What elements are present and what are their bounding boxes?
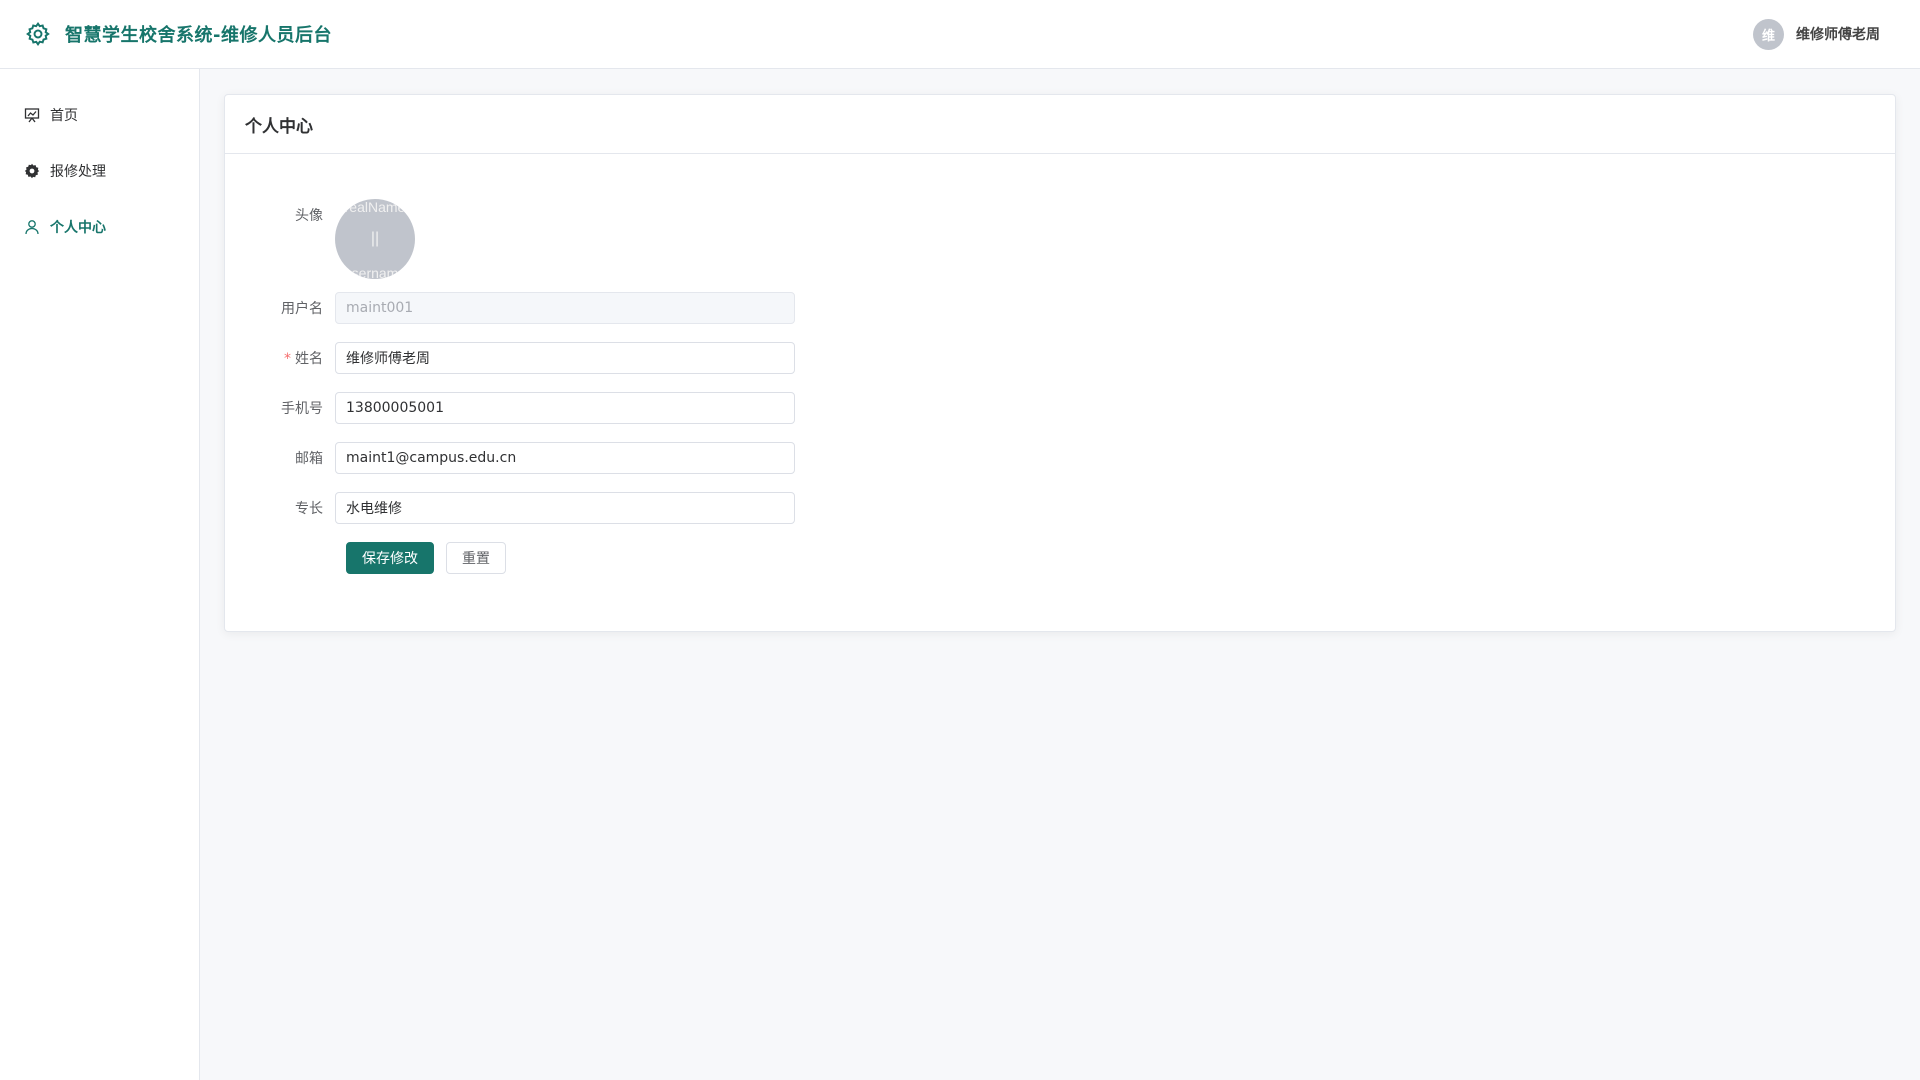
name-label-text: 姓名 <box>295 351 323 367</box>
specialty-row: 专长 <box>225 492 795 524</box>
username-field <box>335 292 795 324</box>
user-icon <box>24 219 40 235</box>
avatar-text-top: realName <box>344 199 406 215</box>
specialty-field[interactable] <box>335 492 795 524</box>
specialty-label: 专长 <box>295 501 323 517</box>
settings-icon <box>24 163 40 179</box>
avatar-text-bottom: username <box>343 265 407 279</box>
avatar-upload[interactable]: realName || username <box>335 199 415 279</box>
avatar-row: 头像 realName || username <box>225 199 415 279</box>
user-name[interactable]: 维修师傅老周 <box>1796 24 1880 44</box>
phone-row: 手机号 <box>225 392 795 424</box>
sidebar-item-profile[interactable]: 个人中心 <box>0 199 199 255</box>
gear-icon <box>25 21 51 47</box>
name-row: * 姓名 <box>225 342 795 374</box>
email-row: 邮箱 <box>225 442 795 474</box>
app-header: 智慧学生校舍系统-维修人员后台 维 维修师傅老周 <box>0 0 1920 69</box>
user-menu[interactable]: 维 维修师傅老周 <box>1753 18 1880 50</box>
sidebar-item-home[interactable]: 首页 <box>0 87 199 143</box>
avatar-label: 头像 <box>295 208 323 224</box>
card-header: 个人中心 <box>225 95 1895 154</box>
avatar-text-mid: || <box>370 230 380 247</box>
name-field[interactable] <box>335 342 795 374</box>
page-title: 个人中心 <box>245 116 313 137</box>
dashboard-icon <box>24 107 40 123</box>
sidebar-item-label: 个人中心 <box>50 220 106 236</box>
username-row: 用户名 <box>225 292 795 324</box>
form-actions: 保存修改 重置 <box>346 542 506 574</box>
app-title: 智慧学生校舍系统-维修人员后台 <box>65 25 332 46</box>
avatar[interactable]: 维 <box>1753 18 1784 50</box>
email-field[interactable] <box>335 442 795 474</box>
phone-label: 手机号 <box>281 401 323 417</box>
name-label: * 姓名 <box>225 348 335 368</box>
profile-card: 个人中心 头像 realName || username 用户名 *姓名 手机号… <box>224 94 1896 632</box>
phone-field[interactable] <box>335 392 795 424</box>
sidebar-item-label: 首页 <box>50 108 78 124</box>
sidebar-item-label: 报修处理 <box>50 164 106 180</box>
brand: 智慧学生校舍系统-维修人员后台 <box>25 21 332 47</box>
reset-button[interactable]: 重置 <box>446 542 506 574</box>
username-label: 用户名 <box>281 301 323 317</box>
save-button[interactable]: 保存修改 <box>346 542 434 574</box>
required-mark: * <box>284 351 291 367</box>
email-label: 邮箱 <box>295 451 323 467</box>
sidebar-item-repairs[interactable]: 报修处理 <box>0 143 199 199</box>
sidebar: 首页 报修处理 个人中心 <box>0 69 200 1080</box>
